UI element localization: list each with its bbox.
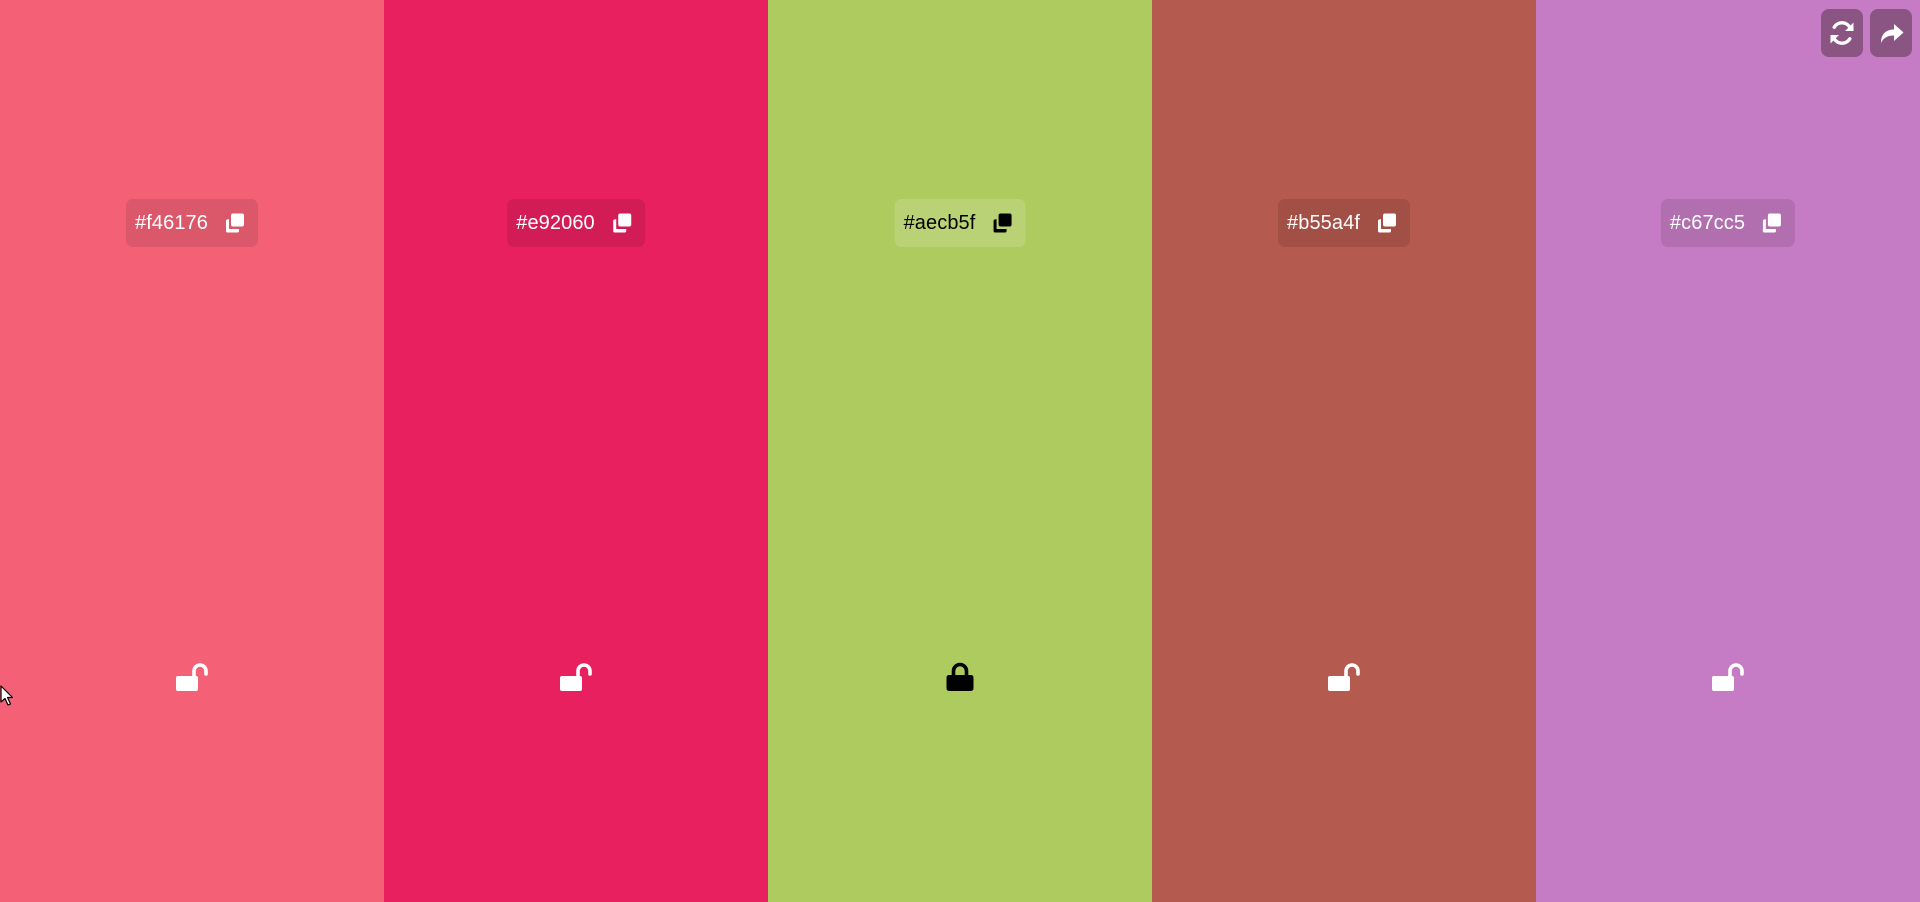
- hex-code-text: #c67cc5: [1669, 211, 1746, 234]
- refresh-button[interactable]: [1821, 9, 1863, 57]
- copy-icon[interactable]: [1374, 210, 1400, 236]
- unlock-icon[interactable]: [1322, 655, 1366, 699]
- mouse-cursor-icon: [0, 685, 14, 706]
- hex-code-chip[interactable]: #c67cc5: [1660, 199, 1796, 247]
- copy-icon[interactable]: [222, 210, 248, 236]
- hex-code-chip[interactable]: #e92060: [507, 199, 645, 247]
- refresh-icon: [1830, 21, 1854, 45]
- copy-icon[interactable]: [1759, 210, 1785, 236]
- color-swatch: #e92060: [384, 0, 768, 902]
- color-swatch: #aecb5f: [768, 0, 1152, 902]
- color-swatch: #c67cc5: [1536, 0, 1920, 902]
- color-swatch: #b55a4f: [1152, 0, 1536, 902]
- lock-icon[interactable]: [938, 655, 982, 699]
- unlock-icon[interactable]: [1706, 655, 1750, 699]
- unlock-icon[interactable]: [170, 655, 214, 699]
- share-icon: [1881, 24, 1904, 43]
- hex-code-text: #e92060: [516, 211, 595, 234]
- hex-code-chip[interactable]: #f46176: [126, 199, 258, 247]
- hex-code-text: #aecb5f: [903, 211, 976, 234]
- unlock-icon[interactable]: [554, 655, 598, 699]
- hex-code-text: #f46176: [135, 211, 208, 234]
- hex-code-chip[interactable]: #aecb5f: [894, 199, 1026, 247]
- share-button[interactable]: [1870, 9, 1912, 57]
- hex-code-chip[interactable]: #b55a4f: [1278, 199, 1410, 247]
- copy-icon[interactable]: [609, 210, 635, 236]
- copy-icon[interactable]: [989, 210, 1015, 236]
- top-toolbar: [1821, 9, 1912, 57]
- color-swatch: #f46176: [0, 0, 384, 902]
- hex-code-text: #b55a4f: [1287, 211, 1360, 234]
- color-palette: #f46176 #e92060 #aecb5f #b55a4f #c67cc5: [0, 0, 1920, 902]
